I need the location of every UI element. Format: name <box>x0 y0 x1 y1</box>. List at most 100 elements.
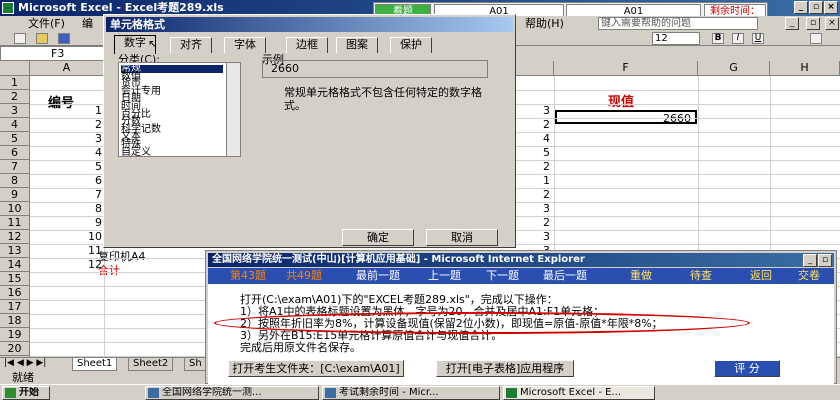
start-button[interactable]: 开始 <box>2 386 50 400</box>
col-header-h[interactable]: H <box>770 61 840 76</box>
category-scrollbar[interactable] <box>226 63 240 156</box>
doc-close-icon[interactable]: × <box>825 17 839 30</box>
tab-sheet1[interactable]: Sheet1 <box>72 358 118 371</box>
row-header[interactable]: 2 <box>0 90 30 104</box>
row-header[interactable]: 4 <box>0 118 30 132</box>
nav-redo[interactable]: 重做 <box>630 270 652 282</box>
task-timer[interactable]: 考试剩余时间 - Micr... <box>322 386 500 400</box>
menu-help[interactable]: 帮助(H) <box>525 16 564 31</box>
cell-b14[interactable]: 复印机A4 <box>98 250 146 263</box>
col-header-a[interactable]: A <box>30 61 104 76</box>
cell-e-value[interactable]: 3 <box>520 104 550 117</box>
open-exam-folder-button[interactable]: 打开考生文件夹：[C:\exam\A01] <box>228 360 404 377</box>
row-header[interactable]: 6 <box>0 146 30 160</box>
cell-a-value[interactable]: 6 <box>72 174 102 187</box>
name-box[interactable]: F3 <box>0 46 120 61</box>
col-header-g[interactable]: G <box>698 61 770 76</box>
tab-protection[interactable]: 保护 <box>390 37 432 53</box>
cell-a-value[interactable]: 5 <box>72 160 102 173</box>
cell-e-value[interactable]: 3 <box>520 202 550 215</box>
cell-a-value[interactable]: 9 <box>72 216 102 229</box>
row-header[interactable]: 15 <box>0 272 30 286</box>
row-header[interactable]: 19 <box>0 328 30 342</box>
col-header-f[interactable]: F <box>554 61 698 76</box>
cell-e-value[interactable]: 1 <box>520 174 550 187</box>
row-header[interactable]: 16 <box>0 286 30 300</box>
close-icon[interactable]: × <box>824 1 838 14</box>
cell-e-value[interactable]: 2 <box>520 160 550 173</box>
cell-a-value[interactable]: 12 <box>72 258 102 271</box>
cancel-button[interactable]: 取消 <box>426 229 498 246</box>
restore-icon[interactable]: ▫ <box>809 1 823 14</box>
cell-a-value[interactable]: 10 <box>72 230 102 243</box>
underline-icon[interactable]: U <box>752 33 764 44</box>
tab-patterns[interactable]: 图案 <box>336 37 378 53</box>
cell-a-value[interactable]: 3 <box>72 132 102 145</box>
row-header[interactable]: 17 <box>0 300 30 314</box>
row-header[interactable]: 14 <box>0 258 30 272</box>
nav-back[interactable]: 返回 <box>750 270 772 282</box>
cell-f2[interactable]: 现值 <box>608 96 634 109</box>
cell-f3[interactable]: 2660 <box>555 110 697 125</box>
doc-restore-icon[interactable]: ▫ <box>806 17 820 30</box>
row-header[interactable]: 18 <box>0 314 30 328</box>
nav-pending[interactable]: 待查 <box>690 270 712 282</box>
ok-button[interactable]: 确定 <box>342 229 414 246</box>
cell-e-value[interactable]: 3 <box>520 230 550 243</box>
tab-alignment[interactable]: 对齐 <box>170 37 212 53</box>
font-size-select[interactable]: 12 <box>652 32 700 45</box>
cell-e-value[interactable]: 2 <box>520 188 550 201</box>
new-icon[interactable] <box>14 33 26 44</box>
nav-first[interactable]: 最前一题 <box>356 270 400 282</box>
help-search-input[interactable]: 键入需要帮助的问题 <box>598 17 758 30</box>
task-excel[interactable]: Microsoft Excel - E... <box>503 386 655 400</box>
row-header[interactable]: 10 <box>0 202 30 216</box>
row-header[interactable]: 20 <box>0 342 30 356</box>
tab-scroll-icon[interactable]: |◀ ◀ ▶ ▶| <box>4 358 46 368</box>
menu-edit[interactable]: 编 <box>82 16 93 31</box>
bold-icon[interactable]: B <box>712 33 724 44</box>
tab-border[interactable]: 边框 <box>286 37 328 53</box>
category-list[interactable]: 常规 数值 货币 会计专用 日期 时间 百分比 分数 科学记数 文本 特殊 自定义 <box>118 62 241 157</box>
tab-font[interactable]: 字体 <box>224 37 266 53</box>
cell-e-value[interactable]: 2 <box>520 118 550 131</box>
cell-e-value[interactable]: 5 <box>520 146 550 159</box>
nav-last[interactable]: 最后一题 <box>543 270 587 282</box>
cell-a-value[interactable]: 4 <box>72 146 102 159</box>
doc-minimize-icon[interactable]: _ <box>785 17 799 30</box>
save-icon[interactable] <box>58 33 70 44</box>
select-all-corner[interactable] <box>0 61 30 76</box>
row-header[interactable]: 5 <box>0 132 30 146</box>
nav-prev[interactable]: 上一题 <box>428 270 461 282</box>
menu-file[interactable]: 文件(F) <box>28 16 65 31</box>
ie-maximize-icon[interactable]: ▫ <box>818 254 832 267</box>
row-header[interactable]: 1 <box>0 76 30 90</box>
italic-icon[interactable]: I <box>732 33 744 44</box>
cell-e-value[interactable]: 4 <box>520 132 550 145</box>
row-header[interactable]: 8 <box>0 174 30 188</box>
nav-next[interactable]: 下一题 <box>486 270 519 282</box>
row-header[interactable]: 3 <box>0 104 30 118</box>
cell-a-value[interactable]: 1 <box>72 104 102 117</box>
category-item[interactable]: 自定义 <box>121 147 151 157</box>
cell-a-value[interactable]: 11 <box>72 244 102 257</box>
tab-sheet2[interactable]: Sheet2 <box>128 358 174 371</box>
row-header[interactable]: 7 <box>0 160 30 174</box>
row-header[interactable]: 9 <box>0 188 30 202</box>
cell-a-value[interactable]: 2 <box>72 118 102 131</box>
row-header[interactable]: 11 <box>0 216 30 230</box>
minimize-icon[interactable]: _ <box>794 1 808 14</box>
nav-submit[interactable]: 交卷 <box>798 270 820 282</box>
row-header[interactable]: 12 <box>0 230 30 244</box>
row-header[interactable]: 13 <box>0 244 30 258</box>
cell-a-value[interactable]: 7 <box>72 188 102 201</box>
task-ie-exam[interactable]: 全国网络学院统一测... <box>145 386 319 400</box>
cell-a-value[interactable]: 8 <box>72 202 102 215</box>
align-icon[interactable] <box>810 33 822 44</box>
score-button[interactable]: 评 分 <box>714 360 780 377</box>
ie-minimize-icon[interactable]: _ <box>803 254 817 267</box>
open-spreadsheet-app-button[interactable]: 打开[电子表格]应用程序 <box>436 360 574 377</box>
tab-sheet3[interactable]: Sh <box>184 358 207 371</box>
cell-e-value[interactable]: 2 <box>520 216 550 229</box>
open-icon[interactable] <box>36 33 48 44</box>
